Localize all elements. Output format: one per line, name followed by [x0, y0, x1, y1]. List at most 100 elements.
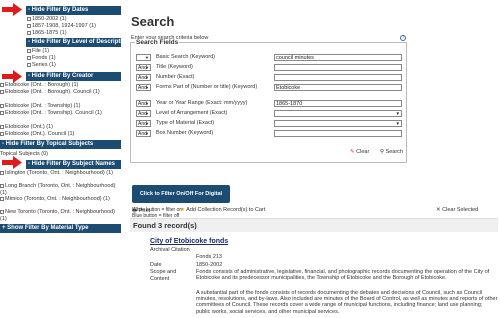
forms-part-of-input[interactable]: Etobicoke — [274, 84, 402, 91]
basic-search-input[interactable]: council minutes — [274, 54, 402, 61]
red-arrow-icon — [2, 3, 22, 16]
clear-button[interactable]: ✎ Clear — [350, 149, 369, 155]
filter-option[interactable]: Islington (Toronto, Ont. : Neighbourhood… — [0, 170, 121, 177]
search-row: And ▼ Level of Arrangement (Exact) ▼ — [136, 110, 403, 118]
checkbox[interactable] — [0, 183, 4, 188]
result-title-link[interactable]: City of Etobicoke fonds — [150, 238, 228, 245]
checkbox[interactable] — [0, 89, 4, 94]
search-row: And ▼ Type of Material (Exact) ▼ — [136, 120, 403, 128]
field-label: Forms Part of (Number or title) (Keyword… — [156, 84, 258, 90]
chevron-down-icon: ▼ — [145, 55, 149, 60]
search-row: ▼ Basic Search (Keyword) council minutes — [136, 54, 403, 62]
checkbox[interactable] — [27, 30, 31, 35]
scope-value: Fonds consists of administrative, legisl… — [196, 269, 490, 282]
filter-option[interactable]: Etobicoke (Ont. : Township). Council (1) — [0, 110, 121, 117]
level-of-arrangement-select[interactable]: ▼ — [274, 110, 402, 117]
operator-select[interactable]: ▼ — [136, 54, 151, 61]
results-count-bar: Found 3 record(s) — [130, 218, 498, 232]
filter-option-label: Islington (Toronto, Ont. : Neighbourhood… — [5, 170, 113, 176]
checkbox[interactable] — [0, 110, 4, 115]
filter-option[interactable]: Series (1) — [27, 62, 56, 69]
search-icon: ⚲ — [380, 149, 385, 155]
operator-select[interactable]: And ▼ — [136, 120, 151, 127]
checkbox[interactable] — [0, 196, 4, 201]
number-input[interactable] — [274, 74, 402, 81]
filter-option[interactable]: Long Branch (Toronto, Ont. : Neighbourho… — [0, 183, 121, 196]
print-button[interactable]: 🖶 Print — [132, 207, 150, 216]
operator-select[interactable]: And ▼ — [136, 84, 151, 91]
digital-records-filter-button[interactable]: Click to Filter On/Off For Digital Recor… — [132, 185, 230, 215]
filter-option[interactable]: Etobicoke (Ont. : Borough). Council (1) — [0, 89, 121, 96]
filter-option[interactable]: New Toronto (Toronto, Ont. : Neighbourho… — [0, 209, 121, 222]
clear-selected-button[interactable]: ✕ Clear Selected — [436, 207, 478, 213]
checkbox[interactable] — [27, 23, 31, 28]
filter-topical-toggle[interactable]: - Hide Filter By Topical Subjects — [0, 140, 121, 149]
help-icon[interactable]: ? — [400, 35, 406, 41]
operator-select[interactable]: And ▼ — [136, 130, 151, 137]
filter-creator-toggle[interactable]: - Hide Filter By Creator — [26, 72, 121, 81]
clear-selected-label: Clear Selected — [442, 207, 479, 213]
filter-option[interactable]: Etobicoke (Ont. : Borough) (1) — [0, 82, 78, 89]
input-value: 1865-1870 — [276, 101, 303, 107]
filter-option[interactable]: File (1) — [27, 48, 49, 55]
search-row: And ▼ Box Number (Keyword) — [136, 130, 403, 138]
filter-option-label: Etobicoke (Ont. : Borough). Council (1) — [5, 89, 100, 95]
date-label: Date — [150, 262, 162, 268]
field-label: Year or Year Range (Exact: mm/yyyy) — [156, 100, 248, 106]
operator-select[interactable]: And ▼ — [136, 74, 151, 81]
operator-select[interactable]: And ▼ — [136, 110, 151, 117]
box-number-input[interactable] — [274, 130, 402, 137]
chevron-down-icon: ▼ — [395, 111, 400, 116]
checkbox[interactable] — [27, 48, 31, 53]
filter-option-label: Long Branch (Toronto, Ont. : Neighbourho… — [0, 183, 116, 196]
filter-material-toggle[interactable]: + Show Filter By Material Type — [0, 224, 121, 233]
checkbox[interactable] — [0, 82, 4, 87]
filter-option[interactable]: Fonds (1) — [27, 55, 56, 62]
filter-option-label: Etobicoke (Ont.). Council (1) — [5, 131, 75, 137]
filter-option[interactable]: Etobicoke (Ont. : Township) (1) — [0, 103, 80, 110]
filter-level-toggle[interactable]: - Hide Filter By Level of Description — [26, 38, 121, 47]
year-range-input[interactable]: 1865-1870 — [274, 100, 402, 107]
checkbox[interactable] — [27, 62, 31, 67]
chevron-down-icon: ▼ — [145, 85, 149, 90]
checkbox[interactable] — [27, 55, 31, 60]
type-of-material-select[interactable]: ▼ — [274, 120, 402, 127]
search-row: And ▼ Title (Keyword) — [136, 64, 403, 72]
checkbox[interactable] — [0, 131, 4, 136]
filter-option[interactable]: 1865-1875 (1) — [27, 30, 67, 37]
filter-option[interactable]: 1850-2002 (1) — [27, 16, 67, 23]
filter-option-label: Mimico (Toronto, Ont. : Neighbourhood) (… — [5, 196, 110, 202]
filter-option-label: Etobicoke (Ont. : Borough) (1) — [5, 82, 79, 88]
chevron-down-icon: ▼ — [395, 121, 400, 126]
operator-select[interactable]: And ▼ — [136, 100, 151, 107]
filter-option[interactable]: 1857-1908, 1924-1997 (1) — [27, 23, 96, 30]
filter-option[interactable]: Mimico (Toronto, Ont. : Neighbourhood) (… — [0, 196, 121, 203]
filter-option[interactable]: Etobicoke (Ont.) (1) — [0, 124, 53, 131]
citation-value: Fonds 213 — [196, 254, 222, 260]
title-input[interactable] — [274, 64, 402, 71]
checkbox[interactable] — [0, 170, 4, 175]
citation-label: Archival Citation — [150, 247, 190, 253]
checkbox[interactable] — [27, 16, 31, 21]
filter-option-label: New Toronto (Toronto, Ont. : Neighbourho… — [0, 209, 115, 222]
filter-option[interactable]: Etobicoke (Ont.). Council (1) — [0, 131, 74, 138]
filter-option-label: Etobicoke (Ont. : Township). Council (1) — [5, 110, 102, 116]
scope-label: Scope and Content — [150, 269, 177, 282]
checkbox[interactable] — [0, 124, 4, 129]
date-value: 1850-2002 — [196, 262, 223, 268]
filter-option-label: File (1) — [32, 48, 50, 54]
operator-select[interactable]: And ▼ — [136, 64, 151, 71]
search-row: And ▼ Year or Year Range (Exact: mm/yyyy)… — [136, 100, 403, 108]
field-label: Number (Exact) — [156, 74, 195, 80]
filter-dates-toggle[interactable]: - Hide Filter By Dates — [26, 6, 121, 15]
search-button[interactable]: ⚲ Search — [380, 149, 403, 155]
filter-option-label: Series (1) — [32, 62, 56, 68]
add-to-cart-button[interactable]: ★ Add Collection Record(s) to Cart — [180, 207, 265, 213]
checkbox[interactable] — [0, 209, 4, 214]
field-label: Title (Keyword) — [156, 64, 193, 70]
printer-icon: 🖶 — [132, 208, 138, 214]
filter-option-label: 1857-1908, 1924-1997 (1) — [32, 23, 96, 29]
filter-names-toggle[interactable]: - Hide Filter By Subject Names — [26, 160, 121, 169]
checkbox[interactable] — [0, 103, 4, 108]
filter-option-label: 1850-2002 (1) — [32, 16, 67, 22]
